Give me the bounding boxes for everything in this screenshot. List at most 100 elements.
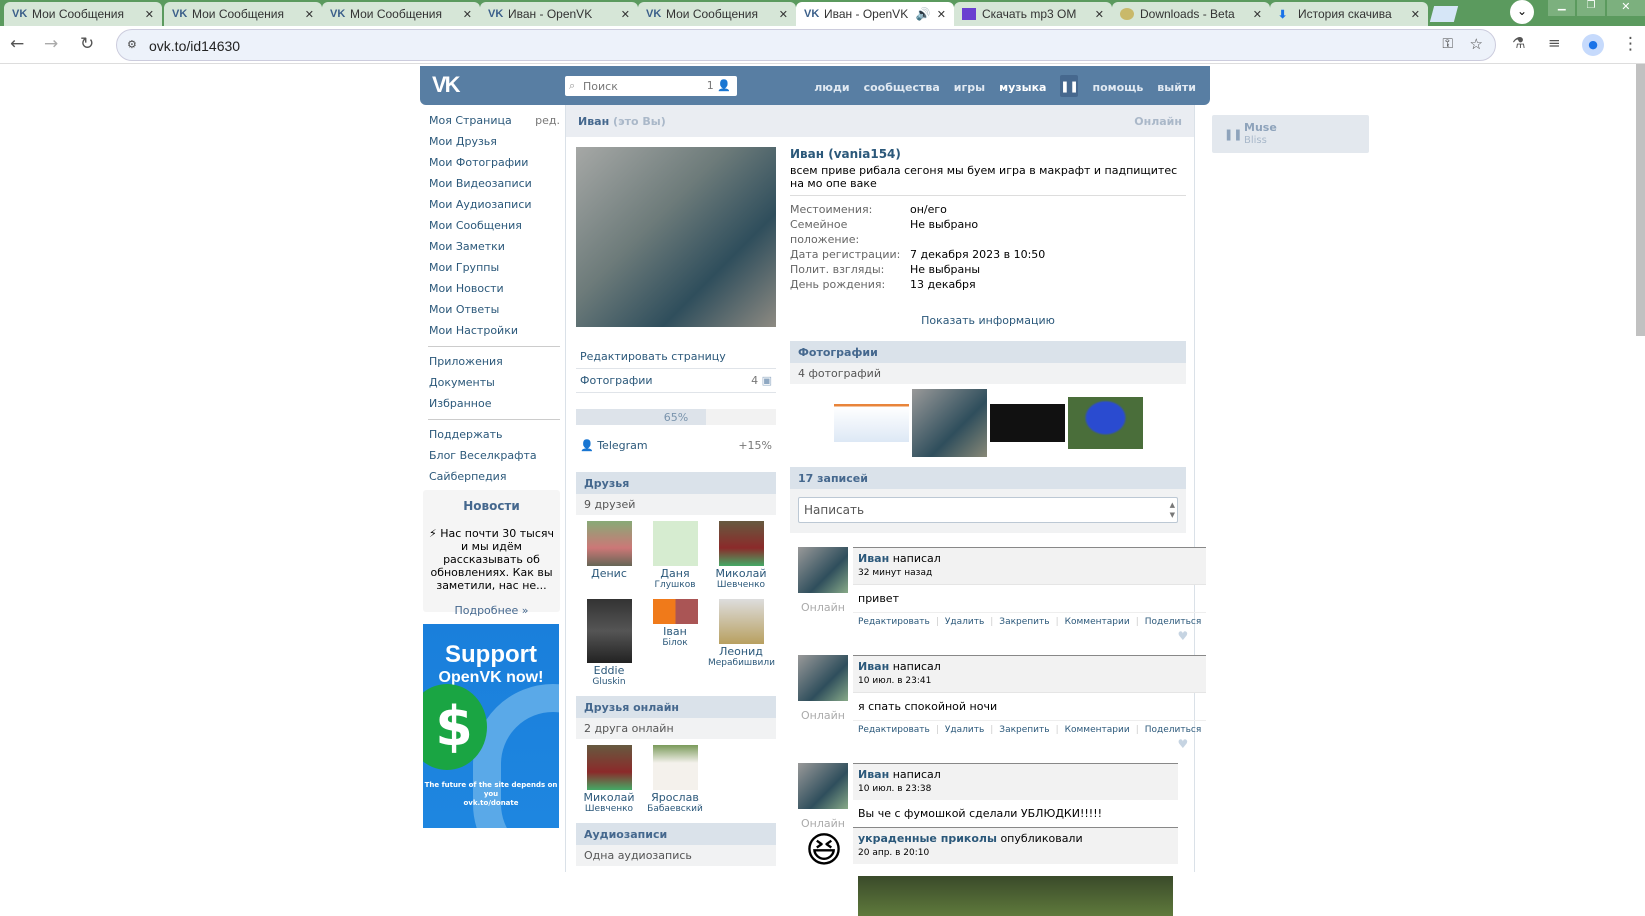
audio-header[interactable]: Аудиозаписи bbox=[576, 823, 776, 845]
forward-icon[interactable]: → bbox=[44, 34, 58, 54]
pin-link[interactable]: Закрепить bbox=[999, 725, 1049, 735]
sidebar-item-support[interactable]: Поддержать bbox=[428, 426, 560, 447]
tab[interactable]: VK Иван - OpenVK ✕ bbox=[480, 2, 638, 26]
repost-image[interactable] bbox=[858, 876, 1173, 916]
label[interactable]: Моя Страница bbox=[429, 112, 512, 133]
delete-link[interactable]: Удалить bbox=[945, 617, 984, 627]
restore-button[interactable]: ❐ bbox=[1577, 0, 1605, 16]
mini-player[interactable]: ❚❚ Muse Bliss bbox=[1212, 115, 1369, 153]
photos-header[interactable]: Фотографии bbox=[790, 341, 1186, 363]
new-tab-button[interactable] bbox=[1429, 6, 1459, 22]
nav-help[interactable]: помощь bbox=[1092, 81, 1143, 94]
close-tab-icon[interactable]: ✕ bbox=[779, 8, 788, 21]
photo-thumb[interactable] bbox=[833, 404, 909, 442]
friend-item[interactable]: Денис bbox=[576, 521, 642, 591]
tab-search-button[interactable]: ⌄ bbox=[1510, 0, 1534, 24]
sidebar-item-apps[interactable]: Приложения bbox=[428, 353, 560, 374]
show-info-link[interactable]: Показать информацию bbox=[790, 314, 1186, 327]
post-avatar[interactable] bbox=[798, 763, 848, 809]
friend-item[interactable]: Миколай Шевченко bbox=[708, 521, 774, 591]
scroll-arrows[interactable]: ▲ ▼ bbox=[1170, 500, 1175, 520]
photo-thumb[interactable] bbox=[989, 404, 1065, 442]
close-tab-icon[interactable]: ✕ bbox=[145, 8, 154, 21]
vk-logo[interactable]: VK bbox=[432, 72, 461, 98]
friend-item[interactable]: Даня Глушков bbox=[642, 521, 708, 591]
profile-avatar-icon[interactable]: ● bbox=[1582, 34, 1604, 56]
post-date[interactable]: 32 минут назад bbox=[858, 568, 1201, 578]
tab[interactable]: Скачать mp3 OM ✕ bbox=[954, 2, 1112, 26]
friends-header[interactable]: Друзья bbox=[576, 472, 776, 494]
close-tab-icon[interactable]: ✕ bbox=[937, 8, 946, 21]
nav-people[interactable]: люди bbox=[814, 81, 849, 94]
key-icon[interactable]: ⚿ bbox=[1442, 36, 1453, 52]
speaker-icon[interactable]: 🔊 bbox=[916, 7, 931, 21]
post-date[interactable]: 10 июл. в 23:38 bbox=[858, 784, 1173, 794]
post-date[interactable]: 10 июл. в 23:41 bbox=[858, 676, 1201, 686]
page-scrollbar[interactable] bbox=[1636, 64, 1645, 336]
pause-button[interactable]: ❚❚ bbox=[1060, 75, 1079, 97]
sidebar-item-my-page[interactable]: Моя Страница ред. bbox=[428, 112, 560, 133]
nav-games[interactable]: игры bbox=[954, 81, 985, 94]
nav-communities[interactable]: сообщества bbox=[864, 81, 940, 94]
tab[interactable]: VK Мои Сообщения ✕ bbox=[638, 2, 796, 26]
edit-page-link[interactable]: Редактировать страницу bbox=[576, 345, 776, 369]
share-link[interactable]: Поделиться bbox=[1145, 617, 1202, 627]
tab[interactable]: VK Мои Сообщения ✕ bbox=[322, 2, 480, 26]
close-tab-icon[interactable]: ✕ bbox=[1095, 8, 1104, 21]
sidebar-item-notes[interactable]: Мои Заметки bbox=[428, 238, 560, 259]
photo-thumb[interactable] bbox=[911, 389, 987, 457]
url-text[interactable]: ovk.to/id14630 bbox=[149, 38, 240, 54]
edit-link[interactable]: ред. bbox=[535, 112, 560, 133]
reload-icon[interactable]: ↻ bbox=[80, 34, 94, 54]
post-avatar[interactable] bbox=[798, 655, 848, 701]
tab[interactable]: ⬇ История скачива ✕ bbox=[1270, 2, 1428, 26]
media-queue-icon[interactable]: ≡ bbox=[1548, 34, 1561, 52]
tab-active[interactable]: VK Иван - OpenVK 🔊 ✕ bbox=[796, 2, 954, 26]
like-heart-icon[interactable]: ♥ bbox=[853, 630, 1206, 642]
menu-dots-icon[interactable]: ⋮ bbox=[1622, 34, 1639, 54]
sidebar-item-photos[interactable]: Мои Фотографии bbox=[428, 154, 560, 175]
close-tab-icon[interactable]: ✕ bbox=[1411, 8, 1420, 21]
tab[interactable]: Downloads - Beta ✕ bbox=[1112, 2, 1270, 26]
close-tab-icon[interactable]: ✕ bbox=[1253, 8, 1262, 21]
labs-flask-icon[interactable]: ⚗ bbox=[1512, 34, 1525, 52]
search-input[interactable]: ⌕ Поиск 1 👤 bbox=[565, 76, 737, 96]
close-tab-icon[interactable]: ✕ bbox=[305, 8, 314, 21]
photos-link[interactable]: Фотографии 4 ▣ bbox=[576, 369, 776, 393]
pause-icon[interactable]: ❚❚ bbox=[1224, 128, 1242, 141]
close-tab-icon[interactable]: ✕ bbox=[463, 8, 472, 21]
friend-item[interactable]: Леонид Мерабишвили bbox=[708, 599, 775, 688]
tab[interactable]: VK Мои Сообщения ✕ bbox=[164, 2, 322, 26]
post-author-name[interactable]: Иван bbox=[858, 552, 889, 565]
tab[interactable]: VK Мои Сообщения ✕ bbox=[4, 2, 162, 26]
post-avatar[interactable] bbox=[798, 547, 848, 593]
share-link[interactable]: Поделиться bbox=[1145, 725, 1202, 735]
post-author-name[interactable]: Иван bbox=[858, 768, 889, 781]
telegram-link[interactable]: 👤 Telegram +15% bbox=[576, 425, 776, 452]
nav-logout[interactable]: выйти bbox=[1157, 81, 1196, 94]
photo-thumb[interactable] bbox=[1067, 397, 1143, 449]
repost-author[interactable]: украденные приколы bbox=[858, 832, 997, 845]
sidebar-item-answers[interactable]: Мои Ответы bbox=[428, 301, 560, 322]
site-info-icon[interactable]: ⚙ bbox=[127, 38, 137, 51]
repost-date[interactable]: 20 апр. в 20:10 bbox=[858, 848, 1173, 858]
post-author-name[interactable]: Иван bbox=[858, 660, 889, 673]
friend-item[interactable]: Миколай Шевченко bbox=[576, 745, 642, 815]
sidebar-item-videos[interactable]: Мои Видеозаписи bbox=[428, 175, 560, 196]
support-banner[interactable]: Support OpenVK now! $ The future of the … bbox=[423, 624, 559, 828]
like-heart-icon[interactable]: ♥ bbox=[853, 738, 1206, 750]
sidebar-item-news[interactable]: Мои Новости bbox=[428, 280, 560, 301]
sidebar-item-wiki[interactable]: Сайберпедия bbox=[428, 468, 560, 489]
sidebar-item-messages[interactable]: Мои Сообщения bbox=[428, 217, 560, 238]
nav-music[interactable]: музыка bbox=[999, 81, 1046, 94]
sidebar-item-settings[interactable]: Мои Настройки bbox=[428, 322, 560, 343]
edit-link[interactable]: Редактировать bbox=[858, 725, 930, 735]
profile-avatar[interactable] bbox=[576, 147, 776, 327]
sidebar-item-groups[interactable]: Мои Группы bbox=[428, 259, 560, 280]
friend-item[interactable]: Eddie Gluskin bbox=[576, 599, 642, 688]
delete-link[interactable]: Удалить bbox=[945, 725, 984, 735]
sidebar-item-documents[interactable]: Документы bbox=[428, 374, 560, 395]
star-icon[interactable]: ☆ bbox=[1470, 35, 1483, 53]
sidebar-item-friends[interactable]: Мои Друзья bbox=[428, 133, 560, 154]
friend-item[interactable]: Ярослав Бабаевский bbox=[642, 745, 708, 815]
